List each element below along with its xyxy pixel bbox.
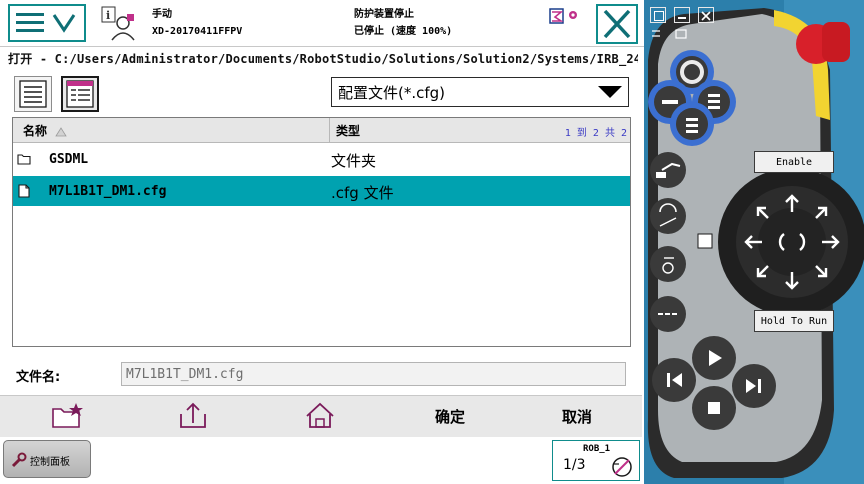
close-button[interactable]	[596, 4, 638, 44]
step-forward-icon	[746, 379, 761, 393]
file-type: .cfg 文件	[331, 184, 394, 202]
menu-icon	[16, 13, 76, 33]
window-close-button[interactable]	[698, 7, 714, 23]
speed-fraction: 1/3	[563, 457, 586, 473]
svg-text:i: i	[106, 9, 110, 22]
stop-icon	[708, 402, 720, 414]
column-type-header[interactable]: 类型 1 到 2 共 2	[329, 118, 631, 142]
sort-ascending-icon	[55, 126, 67, 136]
column-type-label: 类型	[336, 124, 361, 138]
list-view-button[interactable]	[14, 76, 52, 112]
folder-icon	[17, 154, 31, 165]
filename-value: M7L1B1T_DM1.cfg	[126, 367, 244, 382]
joystick[interactable]	[740, 190, 844, 294]
column-name-header[interactable]: 名称	[23, 122, 68, 139]
close-icon	[603, 9, 631, 39]
file-list: 名称 类型 1 到 2 共 2 GSDML 文件夹 M7L1B1T_DM1.cf…	[12, 117, 631, 347]
detail-view-button[interactable]	[61, 76, 99, 112]
start-button[interactable]	[694, 340, 734, 376]
increment-toggle-button[interactable]	[650, 296, 686, 332]
ok-button[interactable]: 确定	[400, 396, 500, 437]
cancel-label: 取消	[561, 408, 592, 426]
safety-status: 防护装置停止	[354, 9, 414, 20]
status-safety: 防护装置停止 已停止 (速度 100%)	[354, 6, 452, 40]
status-header: i 手动 XD-20170411FFPV 防护装置停止 已停止 (速度 100%…	[0, 0, 644, 47]
status-mode: 手动 XD-20170411FFPV	[152, 6, 242, 40]
joystick-arrows-icon	[744, 194, 840, 290]
detail-view-icon	[66, 80, 94, 108]
close-icon	[701, 11, 711, 21]
up-folder-icon	[180, 402, 206, 428]
step-back-icon	[667, 373, 682, 387]
motion-mode-button[interactable]	[650, 198, 686, 234]
file-type-selected: 配置文件(*.cfg)	[338, 84, 446, 102]
item-count: 1 到 2 共 2	[564, 128, 627, 139]
filename-label: 文件名:	[16, 370, 61, 385]
linear-mode-button[interactable]	[670, 110, 714, 138]
file-icon	[18, 184, 30, 198]
run-mode-icon	[612, 457, 632, 477]
taskbar: 控制面板 ROB_1 1/3	[0, 437, 644, 484]
list-item-selected[interactable]: M7L1B1T_DM1.cfg .cfg 文件	[13, 176, 630, 206]
quickset-status-icons[interactable]	[549, 8, 583, 26]
column-name-label: 名称	[23, 124, 48, 138]
run-status: 已停止 (速度 100%)	[354, 26, 453, 37]
jog-mode-button[interactable]	[670, 56, 714, 88]
abb-menu-button[interactable]	[8, 4, 86, 42]
list-item[interactable]: GSDML 文件夹	[13, 144, 630, 174]
controller-id: XD-20170411FFPV	[152, 26, 243, 37]
list-view-icon	[19, 80, 47, 108]
robot-arm-icon	[656, 162, 681, 178]
jog-mode-icon	[680, 60, 704, 84]
window-restore-button[interactable]	[650, 7, 666, 23]
stop-button[interactable]	[694, 390, 734, 426]
current-path: 打开 - C:/Users/Administrator/Documents/Ro…	[8, 52, 638, 66]
flexpendant-screen: i 手动 XD-20170411FFPV 防护装置停止 已停止 (速度 100%…	[0, 0, 644, 484]
bottom-toolbar: 确定 取消	[0, 395, 642, 438]
control-panel-task[interactable]: 控制面板	[3, 440, 91, 478]
linear-lines-icon	[686, 118, 698, 133]
file-name: M7L1B1T_DM1.cfg	[49, 184, 167, 199]
quickset-button[interactable]: ROB_1 1/3	[552, 440, 640, 481]
home-icon	[306, 402, 334, 428]
file-list-header: 名称 类型 1 到 2 共 2	[13, 118, 630, 143]
new-folder-icon	[52, 403, 83, 428]
event-log-button[interactable]: i	[96, 4, 138, 42]
pendant-hardware	[644, 0, 864, 484]
file-type-select[interactable]: 配置文件(*.cfg)	[331, 77, 629, 107]
window-minimize-button[interactable]	[674, 7, 690, 23]
minimize-icon	[678, 17, 686, 19]
toolbar-mini-icons	[652, 29, 687, 39]
axis-toggle-button[interactable]	[650, 246, 686, 282]
hold-to-run-button[interactable]: Hold To Run	[754, 310, 834, 332]
wrench-icon	[11, 452, 27, 468]
step-forward-button[interactable]	[734, 368, 774, 404]
restore-icon	[654, 11, 664, 21]
dashes-icon	[658, 313, 677, 315]
mechanical-unit-button[interactable]	[650, 152, 686, 188]
operator-info-icon: i	[101, 6, 135, 41]
play-icon	[709, 350, 722, 366]
ok-label: 确定	[434, 408, 465, 426]
file-type: 文件夹	[331, 152, 377, 170]
mode-label: 手动	[152, 9, 172, 20]
home-button[interactable]	[270, 396, 370, 437]
cancel-button[interactable]: 取消	[527, 396, 627, 437]
axis-robot-icon	[662, 257, 674, 274]
robot-name: ROB_1	[583, 444, 611, 454]
up-one-level-button[interactable]	[142, 396, 242, 437]
enable-button[interactable]: Enable	[754, 151, 834, 173]
reorient-icon	[659, 203, 677, 227]
new-folder-button[interactable]	[16, 396, 116, 437]
control-panel-label: 控制面板	[30, 457, 70, 468]
filename-field[interactable]: M7L1B1T_DM1.cfg	[121, 362, 626, 386]
dropdown-arrow-icon	[598, 86, 622, 98]
mechanical-unit-status-icon	[549, 8, 577, 24]
step-backward-button[interactable]	[654, 362, 694, 398]
file-name: GSDML	[49, 152, 89, 167]
